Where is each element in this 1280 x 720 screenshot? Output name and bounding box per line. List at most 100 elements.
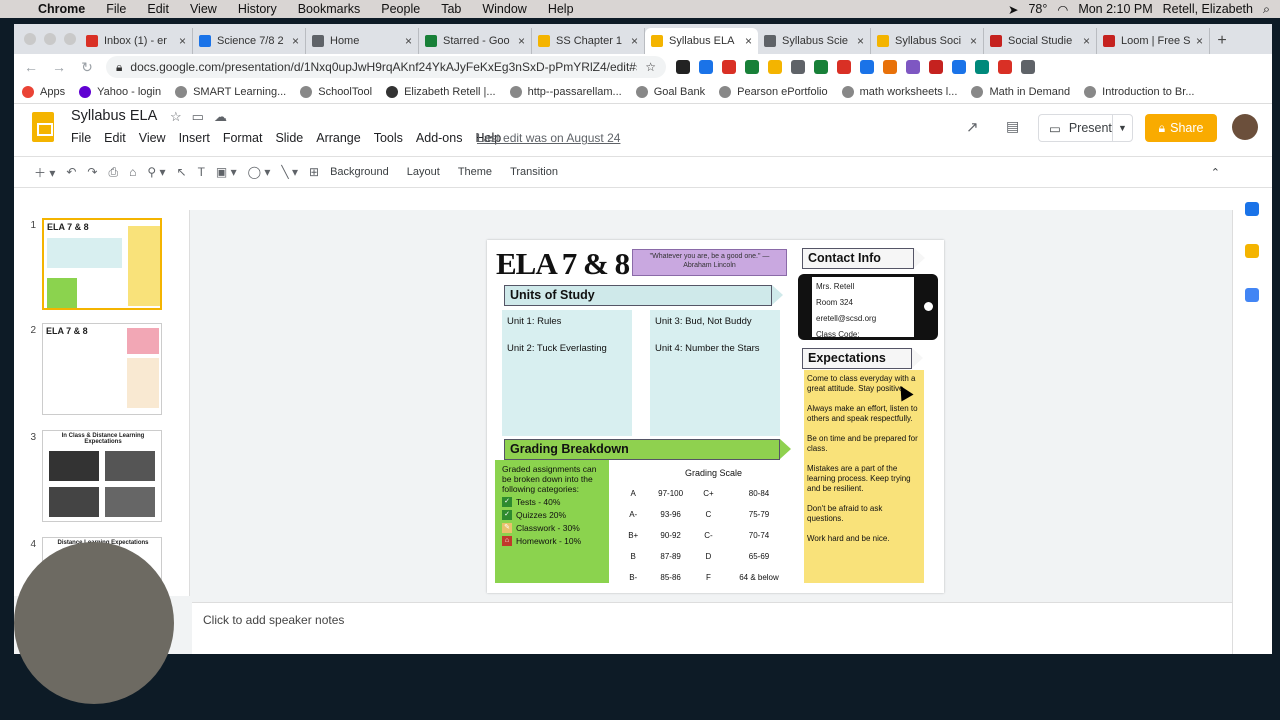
calendar-icon[interactable] xyxy=(1245,202,1259,216)
background-button[interactable]: Background xyxy=(330,166,389,178)
mac-menu-window[interactable]: Window xyxy=(482,2,526,16)
quote-box[interactable]: "Whatever you are, be a good one." — Abr… xyxy=(632,249,787,276)
contact-phone-graphic[interactable]: Mrs. Retell Room 324 eretell@scsd.org Cl… xyxy=(798,274,938,340)
layout-button[interactable]: Layout xyxy=(407,166,440,178)
mac-menu-help[interactable]: Help xyxy=(548,2,574,16)
address-bar[interactable]: 🔒︎ docs.google.com/presentation/d/1Nxq0u… xyxy=(106,56,666,78)
extension-icon[interactable] xyxy=(768,60,782,74)
bookmark-item[interactable]: math worksheets l... xyxy=(841,85,957,98)
theme-button[interactable]: Theme xyxy=(458,166,492,178)
select-cursor-icon[interactable]: ↖ xyxy=(177,165,187,179)
back-arrow-icon[interactable]: ← xyxy=(22,59,40,75)
browser-tab[interactable]: Social Studie × xyxy=(984,28,1097,54)
slide-thumbnail-1[interactable]: ELA 7 & 8 xyxy=(42,218,162,310)
close-icon[interactable]: × xyxy=(292,34,299,48)
browser-tab[interactable]: Loom | Free S × xyxy=(1097,28,1210,54)
close-icon[interactable]: × xyxy=(405,34,412,48)
menu-addons[interactable]: Add-ons xyxy=(416,131,463,145)
extension-icon[interactable] xyxy=(791,60,805,74)
units-note-right[interactable]: Unit 3: Bud, Not Buddy Unit 4: Number th… xyxy=(650,310,780,436)
bookmark-item[interactable]: Introduction to Br... xyxy=(1084,85,1195,98)
extension-icon[interactable] xyxy=(722,60,736,74)
browser-tab[interactable]: Inbox (1) - er × xyxy=(80,28,193,54)
minimize-window-button[interactable] xyxy=(44,33,56,45)
comments-icon[interactable]: ▤ xyxy=(1006,118,1019,135)
close-icon[interactable]: × xyxy=(1083,34,1090,48)
close-icon[interactable]: × xyxy=(857,34,864,48)
cloud-status-icon[interactable]: ☁ xyxy=(214,109,227,125)
grading-note[interactable]: Graded assignments can be broken down in… xyxy=(495,460,609,583)
extension-icon[interactable] xyxy=(860,60,874,74)
units-note-left[interactable]: Unit 1: Rules Unit 2: Tuck Everlasting xyxy=(502,310,632,436)
share-button[interactable]: 🔒︎ Share xyxy=(1145,114,1217,142)
extension-icon[interactable] xyxy=(883,60,897,74)
zoom-window-button[interactable] xyxy=(64,33,76,45)
extension-icon[interactable] xyxy=(676,60,690,74)
bookmark-star-icon[interactable]: ☆ xyxy=(645,60,656,74)
bookmark-item[interactable]: SchoolTool xyxy=(300,85,372,98)
close-window-button[interactable] xyxy=(24,33,36,45)
zoom-icon[interactable]: ⚲ ▾ xyxy=(147,165,165,179)
slide-thumbnail-2[interactable]: ELA 7 & 8 xyxy=(42,323,162,415)
wifi-icon[interactable]: ◠ xyxy=(1057,2,1068,17)
grading-heading[interactable]: Grading Breakdown xyxy=(504,439,791,460)
shape-icon[interactable]: ◯ ▾ xyxy=(248,165,271,179)
print-icon[interactable]: ⎙ xyxy=(108,165,118,180)
slide[interactable]: ELA 7 & 8 "Whatever you are, be a good o… xyxy=(487,240,944,593)
tasks-icon[interactable] xyxy=(1245,288,1259,302)
menu-arrange[interactable]: Arrange xyxy=(316,131,360,145)
menu-view[interactable]: View xyxy=(139,131,166,145)
browser-tab[interactable]: Home × xyxy=(306,28,419,54)
doc-title[interactable]: Syllabus ELA xyxy=(71,108,157,124)
menu-slide[interactable]: Slide xyxy=(275,131,303,145)
bookmark-item[interactable]: Yahoo - login xyxy=(79,85,161,98)
extension-icon[interactable] xyxy=(998,60,1012,74)
menu-edit[interactable]: Edit xyxy=(104,131,126,145)
slide-title[interactable]: ELA 7 & 8 xyxy=(496,246,630,282)
location-icon[interactable]: ➤ xyxy=(1008,2,1018,17)
collapse-toolbar-icon[interactable]: ⌃ xyxy=(1211,166,1220,179)
mac-menu-file[interactable]: File xyxy=(106,2,126,16)
mac-menu-history[interactable]: History xyxy=(238,2,277,16)
browser-tab[interactable]: Science 7/8 2 × xyxy=(193,28,306,54)
bookmark-item[interactable]: SMART Learning... xyxy=(175,85,286,98)
lock-icon[interactable]: 🔒︎ xyxy=(116,60,122,75)
reload-icon[interactable]: ↻ xyxy=(78,59,96,76)
contact-heading[interactable]: Contact Info xyxy=(802,248,925,269)
transition-button[interactable]: Transition xyxy=(510,166,558,178)
avatar[interactable] xyxy=(1232,114,1258,140)
menu-insert[interactable]: Insert xyxy=(179,131,210,145)
line-icon[interactable]: ╲ ▾ xyxy=(281,165,298,179)
chevron-down-icon[interactable]: ▼ xyxy=(1112,115,1132,141)
close-icon[interactable]: × xyxy=(970,34,977,48)
extension-icon[interactable] xyxy=(745,60,759,74)
extension-icon[interactable] xyxy=(814,60,828,74)
browser-tab[interactable]: Syllabus ELA × xyxy=(645,28,758,54)
weather-temperature[interactable]: 78° xyxy=(1028,2,1047,16)
clock[interactable]: Mon 2:10 PM xyxy=(1078,2,1152,16)
move-folder-icon[interactable]: ▭ xyxy=(192,109,204,125)
user-name[interactable]: Retell, Elizabeth xyxy=(1163,2,1253,16)
browser-tab[interactable]: SS Chapter 1 × xyxy=(532,28,645,54)
grading-scale-table[interactable]: A 97-100 C+ 80-84 A- 93-96 C 75-79 B+ 90-92 C- 70-7… xyxy=(621,483,797,588)
extension-icon[interactable] xyxy=(699,60,713,74)
extension-icon[interactable] xyxy=(975,60,989,74)
close-icon[interactable]: × xyxy=(745,34,752,48)
mac-menu-view[interactable]: View xyxy=(190,2,217,16)
present-button[interactable]: ▭ Present ▼ xyxy=(1038,114,1133,142)
image-icon[interactable]: ▣ ▾ xyxy=(216,165,237,179)
extension-icon[interactable] xyxy=(929,60,943,74)
speaker-notes[interactable]: Click to add speaker notes xyxy=(192,602,1232,654)
star-icon[interactable]: ☆ xyxy=(170,109,182,125)
mac-menu-edit[interactable]: Edit xyxy=(147,2,169,16)
menu-format[interactable]: Format xyxy=(223,131,263,145)
slides-logo-icon[interactable] xyxy=(32,112,54,142)
paint-format-icon[interactable]: ⌂ xyxy=(129,165,136,179)
browser-tab[interactable]: Syllabus Soci × xyxy=(871,28,984,54)
extension-icon[interactable] xyxy=(952,60,966,74)
keep-icon[interactable] xyxy=(1245,244,1259,258)
extension-icon[interactable] xyxy=(1021,60,1035,74)
expectations-heading[interactable]: Expectations xyxy=(802,348,923,369)
menu-file[interactable]: File xyxy=(71,131,91,145)
close-icon[interactable]: × xyxy=(179,34,186,48)
